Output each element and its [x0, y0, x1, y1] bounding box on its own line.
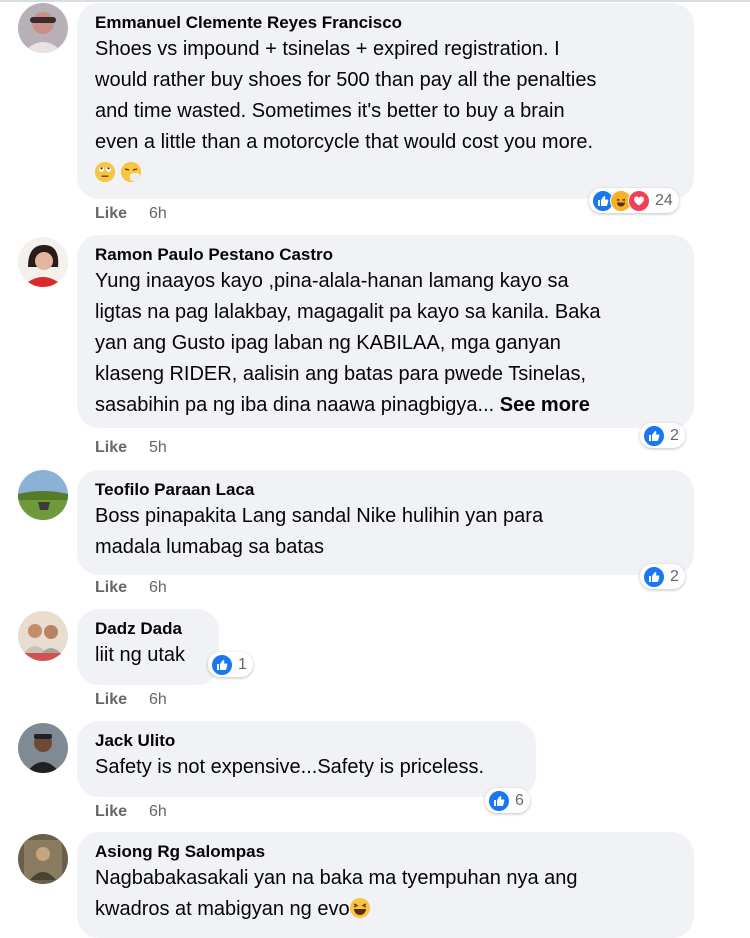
comment-text-line: liit ng utak: [95, 644, 186, 666]
comment-text-line: Shoes vs impound + tsinelas + expired re…: [95, 38, 560, 60]
reaction-count: 24: [655, 191, 673, 209]
like-reaction-icon: [488, 789, 510, 812]
like-button[interactable]: Like: [95, 691, 127, 708]
comment-text-line: would rather buy shoes for 500 than pay …: [95, 69, 597, 91]
comment-bubble: Asiong Rg Salompas Nagbabakasakali yan n…: [77, 832, 694, 938]
avatar[interactable]: [18, 611, 68, 661]
sneezing-face-emoji: [120, 162, 141, 182]
reaction-summary[interactable]: 2: [640, 564, 685, 589]
comment-actions: Like 6h: [95, 205, 167, 223]
reaction-summary[interactable]: 6: [485, 788, 530, 813]
comment-bubble: Emmanuel Clemente Reyes Francisco Shoes …: [77, 3, 694, 199]
comment-text-line: ligtas na pag lalakbay, magagalit pa kay…: [95, 301, 601, 323]
comment-text-fragment: kwadros at mabigyan ng evo: [95, 898, 350, 920]
comment-text-line: yan ang Gusto ipag laban ng KABILAA, mga…: [95, 332, 561, 354]
comment-text-line: Safety is not expensive...Safety is pric…: [95, 756, 485, 778]
comment-emoji-row: [95, 158, 678, 189]
comment-actions: Like 6h: [95, 691, 167, 709]
comment-text-line: and time wasted. Sometimes it's better t…: [95, 100, 565, 122]
like-button[interactable]: Like: [95, 579, 127, 596]
reaction-summary[interactable]: 1: [208, 652, 253, 677]
comment-timestamp[interactable]: 5h: [149, 439, 167, 456]
comment-bubble: Ramon Paulo Pestano Castro Yung inaayos …: [77, 235, 694, 428]
comment-actions: Like 5h: [95, 439, 167, 457]
like-button[interactable]: Like: [95, 205, 127, 222]
rolling-eyes-emoji: [95, 162, 115, 182]
like-reaction-icon: [211, 653, 233, 676]
comment-author[interactable]: Teofilo Paraan Laca: [95, 479, 678, 501]
comment-author[interactable]: Asiong Rg Salompas: [95, 841, 678, 863]
comment-text-line: Boss pinapakita Lang sandal Nike hulihin…: [95, 505, 544, 527]
comment-timestamp[interactable]: 6h: [149, 691, 167, 708]
comment-text-line: Nagbabakasakali yan na baka ma tyempuhan…: [95, 867, 578, 889]
reaction-count: 2: [670, 426, 679, 444]
comment-author[interactable]: Dadz Dada: [95, 618, 203, 640]
like-reaction-icon: [643, 565, 665, 588]
comment-text-line: Yung inaayos kayo ,pina-alala-hanan lama…: [95, 270, 569, 292]
reaction-count: 6: [515, 791, 524, 809]
like-button[interactable]: Like: [95, 439, 127, 456]
reaction-summary[interactable]: 2: [640, 423, 685, 448]
comment-timestamp[interactable]: 6h: [149, 205, 167, 222]
comment-text-line: klaseng RIDER, aalisin ang batas para pw…: [95, 363, 587, 385]
comment-author[interactable]: Ramon Paulo Pestano Castro: [95, 244, 678, 266]
avatar[interactable]: [18, 723, 68, 773]
comment-actions: Like 6h: [95, 579, 167, 597]
comment-text-line: madala lumabag sa batas: [95, 536, 325, 558]
comment-text-line: kwadros at mabigyan ng evo: [95, 894, 678, 925]
comment-author[interactable]: Jack Ulito: [95, 730, 520, 752]
reaction-count: 2: [670, 567, 679, 585]
see-more-link[interactable]: See more: [500, 394, 590, 416]
avatar[interactable]: [18, 470, 68, 520]
avatar[interactable]: [18, 834, 68, 884]
comment-text-line: sasabihin pa ng iba dina naawa pinagbigy…: [95, 390, 678, 421]
comment-bubble: Dadz Dada liit ng utak: [77, 609, 219, 685]
comment-timestamp[interactable]: 6h: [149, 579, 167, 596]
laughing-face-emoji: [349, 898, 370, 918]
avatar[interactable]: [18, 237, 68, 287]
top-divider: [0, 0, 750, 2]
avatar[interactable]: [18, 3, 68, 53]
comment-actions: Like 6h: [95, 803, 167, 821]
reaction-summary[interactable]: 24: [589, 188, 679, 213]
love-reaction-icon: [628, 189, 650, 212]
comment-bubble: Teofilo Paraan Laca Boss pinapakita Lang…: [77, 470, 694, 575]
comment-bubble: Jack Ulito Safety is not expensive...Saf…: [77, 721, 536, 797]
like-button[interactable]: Like: [95, 803, 127, 820]
comment-text-line: even a little than a motorcycle that wou…: [95, 131, 594, 153]
comment-timestamp[interactable]: 6h: [149, 803, 167, 820]
like-reaction-icon: [643, 424, 665, 447]
reaction-count: 1: [238, 655, 247, 673]
comment-text-fragment: sasabihin pa ng iba dina naawa pinagbigy…: [95, 394, 495, 416]
comment-author[interactable]: Emmanuel Clemente Reyes Francisco: [95, 12, 678, 34]
